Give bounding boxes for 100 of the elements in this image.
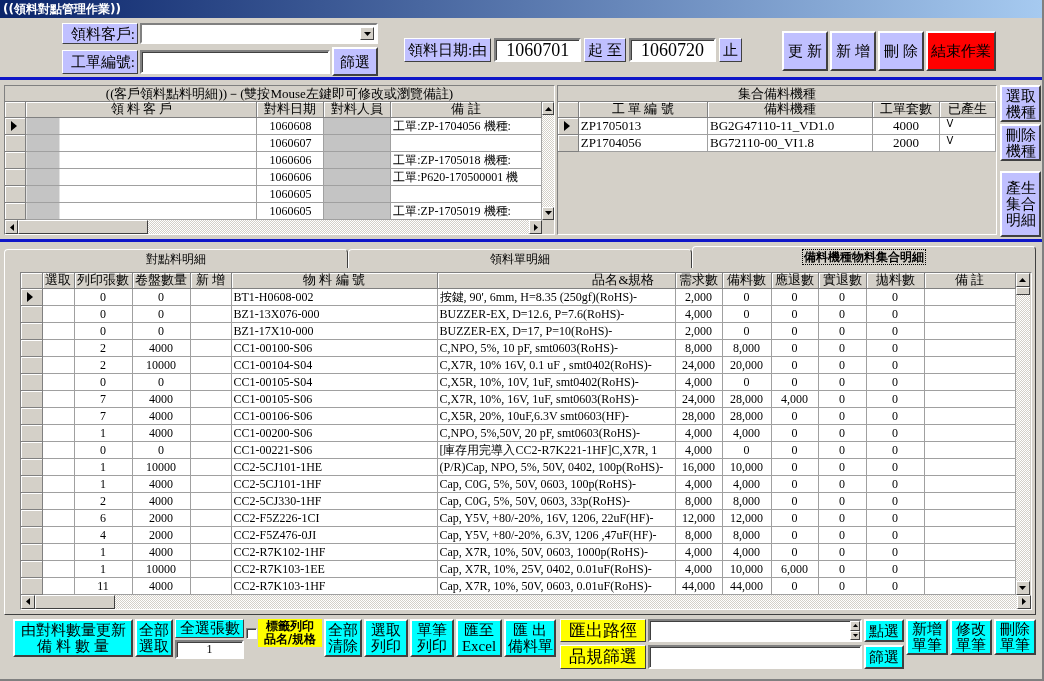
table-cell: 0 [866,305,924,322]
dropdown-button[interactable] [360,27,374,40]
toolbar-button[interactable]: 更 新 [781,31,828,71]
up-arrow-icon [544,106,552,111]
table-cell: C,X5R, 20%, 10uF,6.3V smt0603(HF)- [437,407,675,424]
table-cell: 0 [866,373,924,390]
spec-filter-field[interactable] [648,645,862,669]
action-button[interactable]: 選取列印 [364,619,408,657]
column-header: 工單套數 [872,102,940,117]
table-cell: BG2G47110-11_VD1.0 [707,117,873,134]
work-order-label: 工單編號: [62,49,138,74]
table-cell: 0 [866,356,924,373]
table-cell: 0 [132,441,190,458]
action-button[interactable]: 匯至Excel [456,619,502,657]
table-cell [42,577,74,594]
table-cell: 0 [866,424,924,441]
table-cell: 0 [771,526,818,543]
table-cell: 2,000 [675,288,722,305]
table-cell: C,X7R, 10%, 16V, 1uF, smt0603(RoHS)- [437,390,675,407]
select-path-button[interactable]: 點選 [864,619,904,642]
table-cell: CC2-5CJ101-1HE [231,458,437,475]
spin-down-button[interactable] [850,630,860,640]
table-cell: 28,000 [722,390,771,407]
filter-button[interactable]: 篩選 [864,645,904,669]
scrollbar-thumb[interactable] [1015,287,1030,295]
toolbar-button[interactable]: 新 增 [829,31,876,71]
table-cell: CC1-00221-S06 [231,441,437,458]
table-cell: 10,000 [722,458,771,475]
action-button[interactable]: 單筆列印 [410,619,454,657]
scrollbar-thumb[interactable] [18,220,148,234]
table-cell: 0 [818,560,866,577]
table-cell: 0 [866,407,924,424]
table-cell: 1 [74,424,132,441]
table-cell: Cap, X7R, 10%, 50V, 0603, 0.01uF(RoHS)- [437,577,675,594]
work-order-field[interactable] [140,49,330,74]
action-button[interactable]: 刪除單筆 [994,619,1036,655]
current-row-icon [11,120,17,131]
table-cell: 12,000 [722,509,771,526]
toolbar-button[interactable]: 刪 除 [877,31,924,71]
table-cell: 8,000 [722,526,771,543]
filter-button[interactable]: 篩選 [332,47,378,76]
table-cell [190,288,231,305]
table-cell: 2 [74,356,132,373]
tab[interactable]: 備料機種物料集合明細 [692,246,1036,268]
table-cell: 工單:ZP-1704056 機種: [390,117,542,134]
table-cell: C,NPO, 5%,50V, 20 pF, smt0603(RoHS)- [437,424,675,441]
action-button[interactable]: 全部選取 [135,619,173,657]
down-arrow-icon [544,211,552,215]
checkbox[interactable] [246,627,257,639]
action-button[interactable]: 匯 出備料單 [504,619,556,657]
customer-dropdown[interactable] [140,23,378,44]
table-cell: 8,000 [722,339,771,356]
table-cell [42,543,74,560]
table-cell: 4000 [872,117,940,134]
horizontal-scrollbar[interactable] [5,220,554,234]
action-button[interactable]: 由對料數量更新備 料 數 量 [13,619,133,657]
count-field[interactable]: 1 [175,640,244,659]
action-button[interactable]: 全部清除 [324,619,362,657]
action-button[interactable]: 新增單筆 [906,619,948,655]
table-cell: 2,000 [675,322,722,339]
table-cell: CC2-R7K103-1EE [231,560,437,577]
table-cell: 按鍵, 90', 6mm, H=8.35 (250gf)(RoHS)- [437,288,675,305]
table-cell [190,509,231,526]
table-cell: 0 [818,322,866,339]
table-cell: CC1-00104-S04 [231,356,437,373]
table-cell: 0 [866,288,924,305]
vertical-scrollbar[interactable] [542,102,554,220]
start-date-field[interactable]: 1060701 [494,38,582,62]
table-cell: 4,000 [675,475,722,492]
side-button[interactable]: 產生集合明細 [1000,171,1041,237]
right-arrow-icon [1022,598,1026,605]
spec-filter-label: 品規篩選 [560,645,646,669]
tab[interactable]: 領料單明細 [348,249,692,268]
spin-up-button[interactable] [850,621,860,631]
end-date-field[interactable]: 1060720 [628,38,716,62]
action-button[interactable]: 修改單筆 [950,619,992,655]
export-path-field[interactable] [648,619,862,642]
column-header: 備料數 [722,273,771,288]
scroll-right-button[interactable] [529,220,542,234]
left-arrow-icon [26,598,30,605]
scroll-up-button[interactable] [542,102,554,115]
column-header: 備料機種 [707,102,873,117]
side-button[interactable]: 刪除機種 [1000,124,1041,161]
table-cell [190,322,231,339]
table-cell: 0 [866,526,924,543]
table-cell: C,X5R, 10%, 10V, 1uF, smt0402(RoHS)- [437,373,675,390]
date-range-label: 領料日期:由 [404,38,492,62]
side-button[interactable]: 選取機種 [1000,85,1041,122]
tab[interactable]: 對點料明細 [4,249,348,268]
table-cell: 4,000 [675,543,722,560]
table-cell [190,526,231,543]
toolbar-button[interactable]: 結束作業 [925,31,996,71]
table-cell: 20,000 [722,356,771,373]
scroll-left-button[interactable] [5,220,18,234]
table-cell: 0 [771,458,818,475]
table-cell: 1 [74,560,132,577]
column-header: 實退數 [818,273,866,288]
table-cell: 工單:P620-170500001 機 [390,168,542,185]
table-cell: 10,000 [722,560,771,577]
scroll-down-button[interactable] [542,206,554,220]
